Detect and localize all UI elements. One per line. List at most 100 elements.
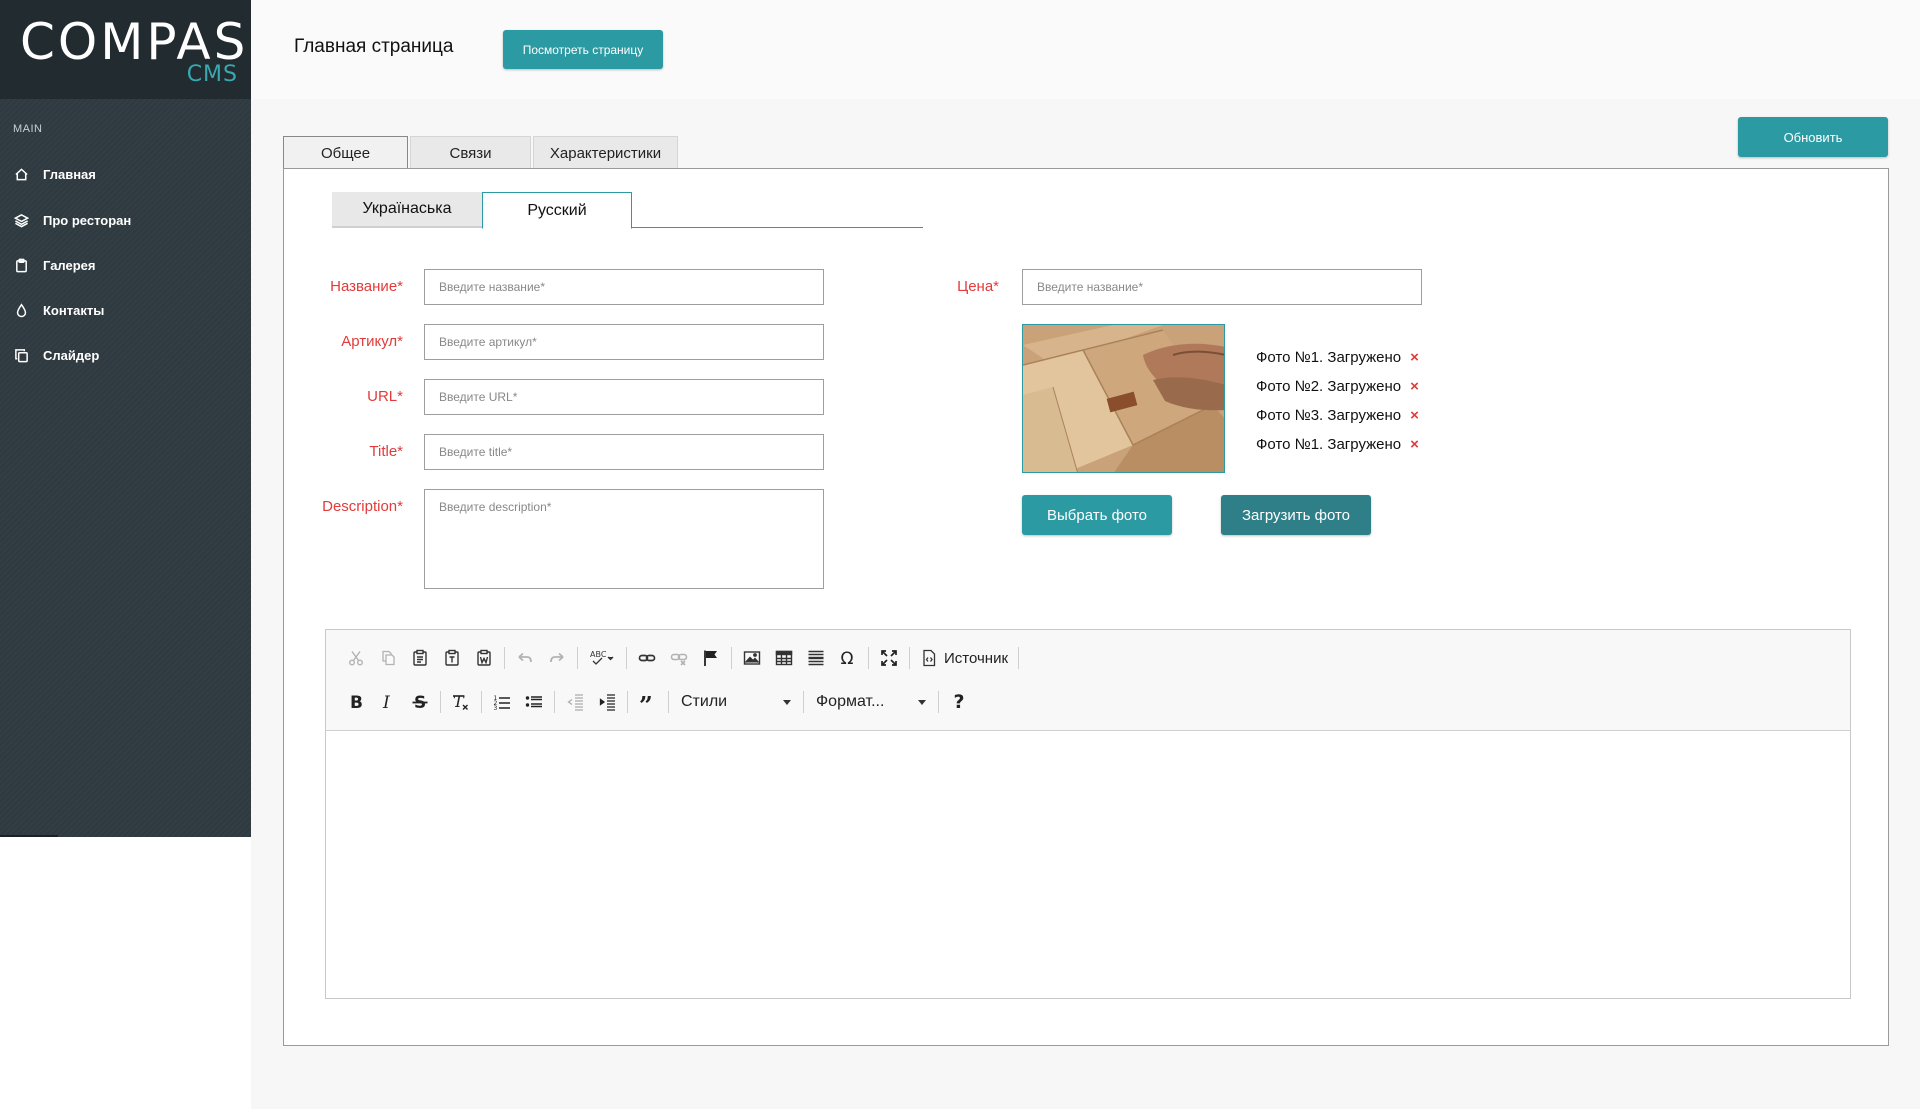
cut-icon[interactable]: [340, 643, 372, 673]
maximize-icon[interactable]: [873, 643, 905, 673]
format-dropdown[interactable]: Формат...: [808, 687, 934, 717]
chevron-down-icon: [783, 699, 791, 705]
description-textarea[interactable]: [424, 489, 824, 589]
language-tabs: Українаська Русский: [332, 192, 923, 229]
editor-content-area[interactable]: [326, 731, 1850, 998]
price-input[interactable]: [1022, 269, 1422, 305]
toolbar-separator: [626, 647, 627, 669]
help-label: ?: [953, 691, 965, 713]
remove-photo-icon[interactable]: ×: [1410, 378, 1419, 395]
photo-status: Фото №1. Загружено: [1256, 436, 1402, 453]
svg-text:”: ”: [639, 693, 653, 711]
format-label: Формат...: [816, 693, 885, 710]
sidebar-item-label: Главная: [43, 166, 96, 182]
bullet-list-icon[interactable]: [518, 687, 550, 717]
tab-links[interactable]: Связи: [410, 136, 531, 169]
svg-text:I: I: [382, 693, 390, 711]
photo-status: Фото №3. Загружено: [1256, 407, 1402, 424]
source-label: Источник: [944, 649, 1009, 667]
remove-photo-icon[interactable]: ×: [1410, 436, 1419, 453]
paste-text-icon[interactable]: [436, 643, 468, 673]
link-icon[interactable]: [631, 643, 663, 673]
indent-icon[interactable]: [591, 687, 623, 717]
copy-icon[interactable]: [372, 643, 404, 673]
outdent-icon[interactable]: [559, 687, 591, 717]
toolbar-separator: [803, 691, 804, 713]
table-icon[interactable]: [768, 643, 800, 673]
italic-icon[interactable]: I: [372, 687, 404, 717]
list-item: Фото №1. Загружено ×: [1256, 343, 1419, 372]
title-input[interactable]: [424, 434, 824, 470]
drop-icon: [13, 302, 29, 318]
tab-characteristics[interactable]: Характеристики: [533, 136, 678, 169]
update-button[interactable]: Обновить: [1738, 117, 1888, 157]
logo[interactable]: COMPAS CMS: [0, 0, 251, 99]
redo-icon[interactable]: [541, 643, 573, 673]
product-photo: [1022, 324, 1225, 473]
image-icon[interactable]: [736, 643, 768, 673]
chevron-down-icon: [918, 699, 926, 705]
remove-photo-icon[interactable]: ×: [1410, 349, 1419, 366]
toolbar-row: B I S T 123 ” Стили Формат... ?: [340, 684, 975, 720]
toolbar-separator: [909, 647, 910, 669]
sidebar-item-label: Про ресторан: [43, 212, 132, 228]
sidebar-item-home[interactable]: Главная: [0, 156, 251, 192]
anchor-flag-icon[interactable]: [695, 643, 727, 673]
paste-icon[interactable]: [404, 643, 436, 673]
remove-format-icon[interactable]: T: [445, 687, 477, 717]
name-label: Название*: [330, 278, 403, 295]
toolbar-separator: [554, 691, 555, 713]
sidebar-item-gallery[interactable]: Галерея: [0, 247, 251, 283]
list-item: Фото №2. Загружено ×: [1256, 372, 1419, 401]
horizontal-rule-icon[interactable]: [800, 643, 832, 673]
remove-photo-icon[interactable]: ×: [1410, 407, 1419, 424]
svg-text:ABC: ABC: [590, 650, 607, 659]
styles-label: Стили: [681, 693, 728, 710]
sidebar-item-label: Галерея: [43, 257, 96, 273]
paste-word-icon[interactable]: [468, 643, 500, 673]
topbar: Главная страница Посмотреть страницу: [251, 0, 1920, 99]
special-char-icon[interactable]: Ω: [832, 643, 864, 673]
parquet-image: [1023, 325, 1224, 472]
view-page-button[interactable]: Посмотреть страницу: [503, 30, 663, 69]
toolbar-separator: [668, 691, 669, 713]
source-button[interactable]: Источник: [914, 643, 1014, 673]
help-icon[interactable]: ?: [943, 687, 975, 717]
undo-icon[interactable]: [509, 643, 541, 673]
bold-icon[interactable]: B: [340, 687, 372, 717]
svg-text:3: 3: [494, 705, 498, 711]
list-item: Фото №3. Загружено ×: [1256, 401, 1419, 430]
toolbar-separator: [577, 647, 578, 669]
main-area: Главная страница Посмотреть страницу Обн…: [251, 0, 1920, 1109]
home-icon: [13, 166, 29, 182]
tab-general[interactable]: Общее: [283, 136, 408, 169]
blockquote-icon[interactable]: ”: [632, 687, 664, 717]
toolbar-separator: [481, 691, 482, 713]
tab-russian[interactable]: Русский: [482, 192, 632, 229]
numbered-list-icon[interactable]: 123: [486, 687, 518, 717]
name-input[interactable]: [424, 269, 824, 305]
svg-text:Ω: Ω: [841, 649, 854, 667]
sidebar: COMPAS CMS MAIN Главная Про ресторан Гал…: [0, 0, 251, 837]
sidebar-item-about[interactable]: Про ресторан: [0, 202, 251, 238]
sidebar-item-slider[interactable]: Слайдер: [0, 337, 251, 373]
sidebar-item-contacts[interactable]: Контакты: [0, 292, 251, 328]
sku-label: Артикул*: [341, 333, 403, 350]
clipboard-icon: [13, 257, 29, 273]
styles-dropdown[interactable]: Стили: [673, 687, 799, 717]
upload-photo-button[interactable]: Загрузить фото: [1221, 495, 1371, 535]
toolbar-separator: [731, 647, 732, 669]
list-item: Фото №1. Загружено ×: [1256, 430, 1419, 459]
toolbar-separator: [440, 691, 441, 713]
unlink-icon[interactable]: [663, 643, 695, 673]
strikethrough-icon[interactable]: S: [404, 687, 436, 717]
spellcheck-icon[interactable]: ABC: [582, 643, 622, 673]
tabs: Общее Связи Характеристики: [283, 136, 680, 169]
description-label: Description*: [322, 498, 403, 515]
url-label: URL*: [367, 388, 403, 405]
sku-input[interactable]: [424, 324, 824, 360]
title-label: Title*: [369, 443, 403, 460]
url-input[interactable]: [424, 379, 824, 415]
tab-ukrainian[interactable]: Українаська: [332, 192, 482, 228]
choose-photo-button[interactable]: Выбрать фото: [1022, 495, 1172, 535]
